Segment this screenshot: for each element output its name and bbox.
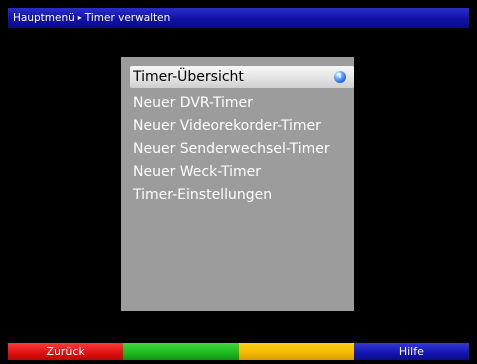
menu-item-label: Timer-Einstellungen [133, 187, 273, 203]
menu-item-label: Neuer DVR-Timer [133, 95, 253, 111]
info-icon: i [334, 71, 346, 83]
blue-help-button[interactable]: Hilfe [353, 343, 469, 360]
menu-item-label: Neuer Weck-Timer [133, 164, 262, 180]
menu-item-label: Neuer Videorekorder-Timer [133, 118, 321, 134]
red-back-button[interactable]: Zurück [8, 343, 124, 360]
menu-item-timer-settings[interactable]: Timer-Einstellungen [130, 184, 354, 206]
yellow-button[interactable] [238, 343, 354, 360]
menu-item-new-wake-timer[interactable]: Neuer Weck-Timer [130, 161, 354, 183]
menu-item-new-channel-switch-timer[interactable]: Neuer Senderwechsel-Timer [130, 138, 354, 160]
breadcrumb-arrow-icon: ▸ [77, 13, 82, 22]
color-key-bar: Zurück Hilfe [8, 343, 469, 360]
breadcrumb-bar: Hauptmenü ▸ Timer verwalten [8, 8, 469, 28]
green-button[interactable] [123, 343, 239, 360]
menu-item-label: Timer-Übersicht [133, 69, 244, 85]
menu-item-new-dvr-timer[interactable]: Neuer DVR-Timer [130, 92, 354, 114]
menu-item-label: Neuer Senderwechsel-Timer [133, 141, 330, 157]
breadcrumb-current: Timer verwalten [84, 12, 171, 24]
menu-item-new-vcr-timer[interactable]: Neuer Videorekorder-Timer [130, 115, 354, 137]
timer-menu-panel: Timer-Übersicht i Neuer DVR-Timer Neuer … [121, 57, 354, 311]
breadcrumb-parent[interactable]: Hauptmenü [13, 12, 75, 24]
menu-item-timer-overview[interactable]: Timer-Übersicht i [130, 66, 354, 88]
